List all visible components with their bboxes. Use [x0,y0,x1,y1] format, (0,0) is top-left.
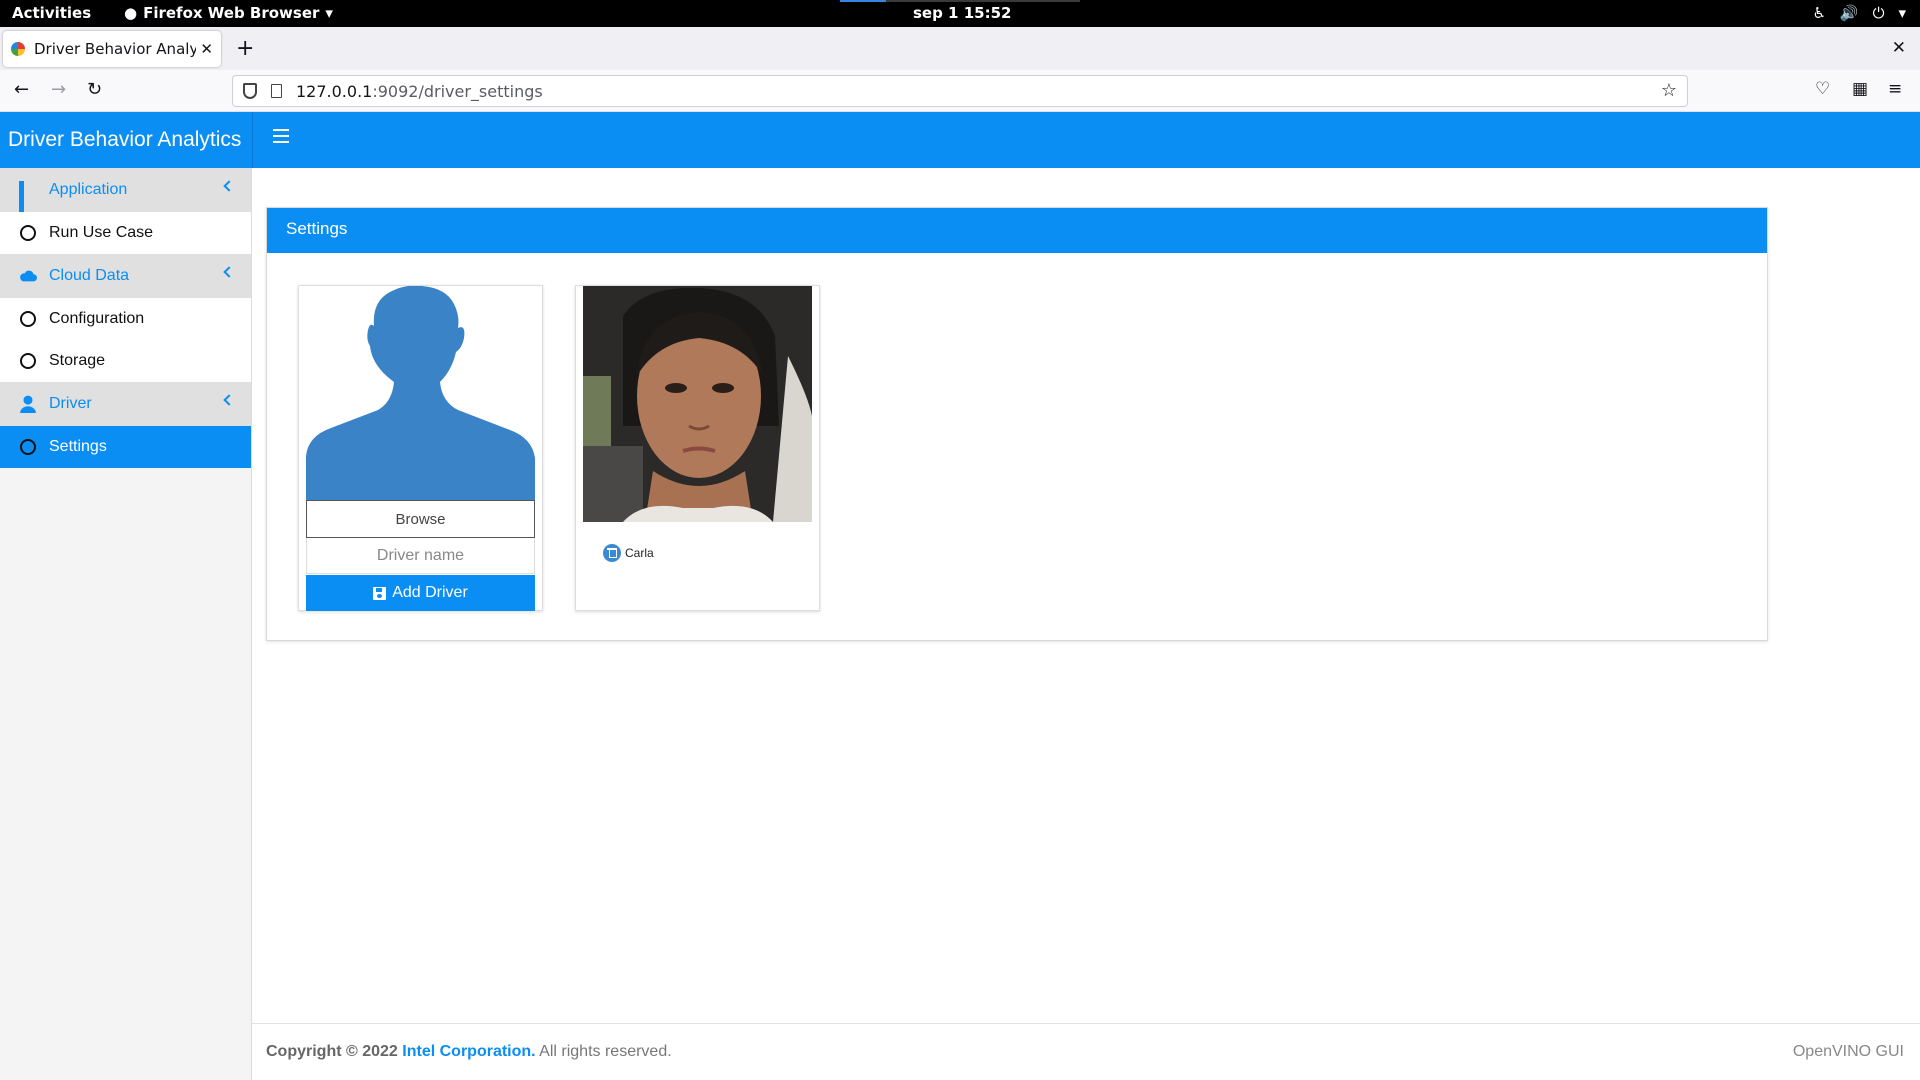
sidebar-group-label: Cloud Data [49,267,130,284]
sidebar-group-application[interactable]: Application [0,168,251,226]
user-icon [20,395,36,413]
pocket-icon[interactable]: ♡ [1815,79,1830,99]
add-driver-label: Add Driver [392,584,468,601]
trash-icon[interactable] [603,544,621,562]
footer: Copyright © 2022 Intel Corporation. All … [252,1023,1920,1080]
sidebar-item-settings[interactable]: Settings [0,426,251,468]
driver-label: Carla [603,544,654,562]
tab-title: Driver Behavior Analytics [34,40,197,58]
system-tray[interactable]: ♿ 🔊 ⏻ ▾ [1812,4,1906,22]
sidebar-item-storage[interactable]: Storage [0,340,251,382]
sidebar-item-label: Settings [49,438,107,455]
product-name: OpenVINO GUI [1792,1043,1904,1060]
clock[interactable]: sep 1 15:52 [913,4,1011,22]
close-tab-icon[interactable]: ✕ [200,40,213,58]
power-icon[interactable]: ⏻ [1873,4,1885,22]
sidebar-item-label: Configuration [49,310,145,327]
circle-icon [20,225,36,241]
sidebar-item-run-use-case[interactable]: Run Use Case [0,212,251,254]
forward-icon[interactable]: → [51,79,66,100]
firefox-icon: ● [124,4,138,22]
sidebar-item-configuration[interactable]: Configuration [0,298,251,340]
workspace-indicator [840,0,1080,2]
favicon-icon [11,42,25,56]
extensions-icon[interactable]: ▦ [1852,79,1868,99]
copyright-prefix: Copyright © 2022 [266,1043,398,1060]
circle-icon [20,439,36,455]
back-icon[interactable]: ← [14,79,29,100]
circle-icon [20,353,36,369]
new-driver-card: Browse Add Driver [298,285,543,611]
driver-photo [583,286,812,522]
rights-text: All rights reserved. [539,1043,672,1060]
system-top-bar: Activities ● Firefox Web Browser ▾ sep 1… [0,0,1920,27]
browse-button[interactable]: Browse [306,500,535,538]
driver-name: Carla [625,546,654,560]
shield-icon[interactable] [243,83,257,99]
user-silhouette-icon [306,286,535,500]
sidebar: Application Run Use Case Cloud Data Conf… [0,168,252,1080]
sidebar-group-label: Driver [49,395,92,412]
sidebar-group-label: Application [49,181,128,198]
menu-icon[interactable]: ≡ [1888,79,1902,99]
add-driver-button[interactable]: Add Driver [306,575,535,611]
chevron-down-icon: ▾ [325,4,333,22]
save-icon [373,586,387,600]
app-menu[interactable]: ● Firefox Web Browser ▾ [124,4,333,22]
tab-strip: Driver Behavior Analytics ✕ + ✕ [0,27,1920,70]
sidebar-group-driver[interactable]: Driver [0,382,251,426]
company-link[interactable]: Intel Corporation. [402,1043,535,1060]
chevron-left-icon [223,180,235,192]
settings-card: Settings Browse Add Driver [266,207,1768,641]
driver-card: Carla [575,285,820,611]
browser-tab[interactable]: Driver Behavior Analytics ✕ [3,31,221,67]
url-host: 127.0.0.1 [296,81,373,101]
grid-icon [19,181,37,226]
activities-button[interactable]: Activities [12,4,91,22]
driver-name-input[interactable] [306,538,535,574]
sidebar-item-label: Storage [49,352,106,369]
volume-icon[interactable]: 🔊 [1840,4,1859,22]
hamburger-icon[interactable] [273,129,289,143]
cloud-icon [20,270,37,282]
settings-title: Settings [267,208,1767,253]
sidebar-item-label: Run Use Case [49,224,154,241]
bookmark-star-icon[interactable]: ☆ [1661,80,1677,101]
chevron-left-icon [223,394,235,406]
app-menu-label: Firefox Web Browser [143,4,320,22]
sidebar-group-cloud-data[interactable]: Cloud Data [0,254,251,298]
app-brand[interactable]: Driver Behavior Analytics [0,112,252,168]
chevron-left-icon [223,266,235,278]
accessibility-icon[interactable]: ♿ [1812,4,1825,22]
app-header [252,112,1920,168]
circle-icon [20,311,36,327]
copyright: Copyright © 2022 Intel Corporation. All … [266,1043,672,1061]
url-path: :9092/driver_settings [372,81,543,101]
page-icon[interactable] [271,84,282,98]
reload-icon[interactable]: ↻ [87,79,102,100]
nav-bar: ← → ↻ 127.0.0.1 :9092/driver_settings ☆ … [0,70,1920,112]
new-tab-button[interactable]: + [236,36,254,61]
close-window-icon[interactable]: ✕ [1892,38,1906,58]
url-bar[interactable]: 127.0.0.1 :9092/driver_settings ☆ [232,75,1688,107]
chevron-down-icon[interactable]: ▾ [1898,4,1906,22]
